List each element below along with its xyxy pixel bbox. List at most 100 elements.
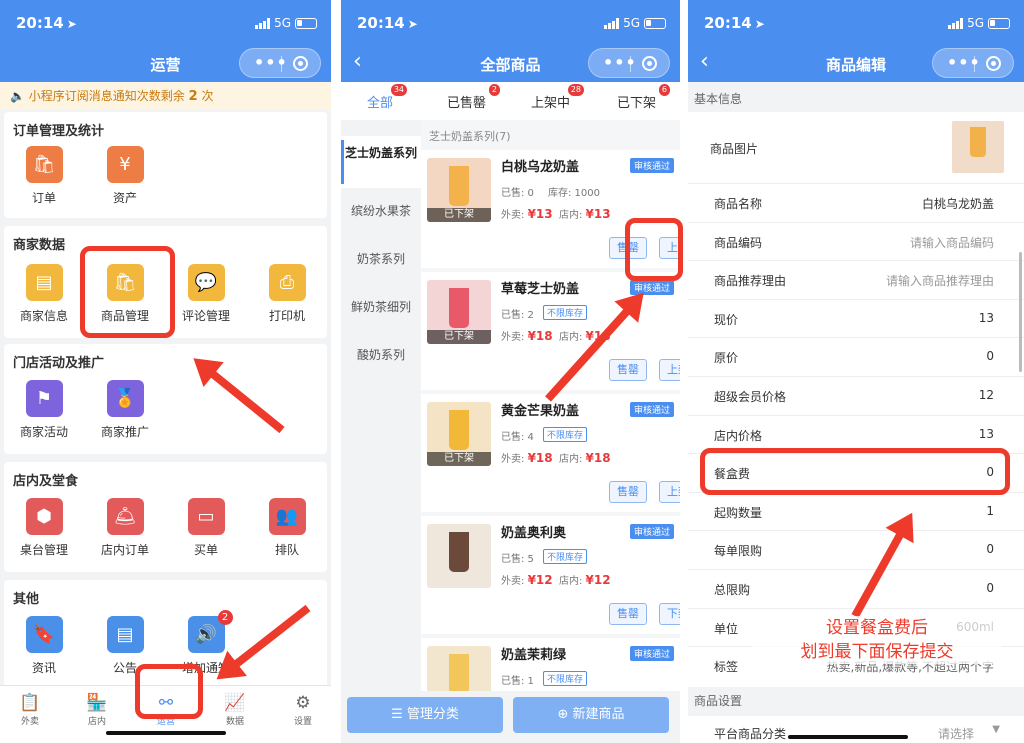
annotation-text: 设置餐盒费后 划到最下面保存提交 — [752, 616, 1002, 664]
more-icon[interactable]: ••• — [947, 53, 981, 72]
section-title: 其他 — [13, 592, 40, 607]
network-label: 5G — [967, 16, 984, 30]
gear-icon: ⚙ — [295, 693, 311, 713]
dropdown-icon[interactable]: ▼ — [992, 724, 1000, 735]
signal-icon — [948, 17, 964, 29]
product-image: 已下架 — [427, 280, 491, 344]
grid-item-news[interactable]: 🔖 资讯 — [9, 616, 79, 676]
section-title: 订单管理及统计 — [13, 124, 105, 139]
shopping-bag-icon: 🛍 — [25, 146, 63, 183]
tab-sold-out[interactable]: 已售罄 2 — [447, 84, 501, 111]
miniprogram-capsule[interactable]: ••• — [239, 48, 321, 78]
printer-icon: ⎙ — [268, 264, 306, 301]
home-indicator — [105, 731, 226, 735]
yen-icon: ¥ — [106, 146, 144, 183]
grid-item-pay-bill[interactable]: ▭ 买单 — [171, 498, 241, 558]
tab-on-shelf[interactable]: 上架中 28 — [531, 84, 585, 111]
signal-icon — [255, 17, 271, 29]
recommend-reason-input[interactable]: 请输入商品推荐理由 — [886, 272, 994, 289]
bottom-actions: ☰ 管理分类 ⊕ 新建商品 — [341, 691, 680, 743]
category-yogurt[interactable]: 酸奶系列 — [341, 346, 421, 364]
grid-item-orders[interactable]: 🛍 订单 — [9, 146, 79, 206]
delist-button[interactable]: 下架 — [659, 603, 680, 625]
people-icon: 👥 — [268, 498, 306, 535]
signal-icon — [604, 17, 620, 29]
nav-bar: ‹ 商品编辑 ••• — [688, 46, 1024, 82]
min-purchase-input[interactable]: 1 — [986, 504, 994, 518]
grid-item-merchant-activity[interactable]: ⚑ 商家活动 — [9, 380, 79, 440]
tab-settings[interactable]: ⚙ 设置 — [278, 692, 328, 727]
status-badge: 审核通过 — [629, 646, 674, 661]
grid-item-assets[interactable]: ¥ 资产 — [90, 146, 160, 206]
tab-all[interactable]: 全部 34 — [367, 84, 408, 122]
sold-out-button[interactable]: 售罄 — [609, 481, 647, 503]
close-miniprogram-icon[interactable] — [986, 56, 1001, 71]
grid-item-instore-orders[interactable]: 🛎 店内订单 — [90, 498, 160, 558]
grid-item-reviews[interactable]: 💬 评论管理 — [171, 264, 241, 324]
product-image[interactable] — [952, 121, 1004, 173]
form-row-image[interactable]: 商品图片 — [688, 112, 1024, 184]
product-card: 已下架 黄金芒果奶盖 审核通过 已售: 4 不限库存 外卖: ¥18 店内: ¥… — [421, 394, 680, 512]
original-price-input[interactable]: 0 — [986, 349, 994, 363]
product-code-input[interactable]: 请输入商品编码 — [910, 234, 994, 251]
category-fresh-milk-tea[interactable]: 鲜奶茶细列 — [341, 298, 421, 316]
tab-instore[interactable]: 🏪 店内 — [72, 692, 122, 727]
section-promotions: 门店活动及推广 ⚑ 商家活动 🏅 商家推广 — [4, 344, 327, 454]
more-icon[interactable]: ••• — [254, 53, 288, 72]
category-milk-tea[interactable]: 奶茶系列 — [341, 250, 421, 268]
instore-price-input[interactable]: 13 — [979, 427, 994, 441]
form-row[interactable]: 超级会员价格 12 — [688, 377, 1024, 416]
tab-off-shelf[interactable]: 已下架 6 — [617, 84, 671, 111]
manage-category-button[interactable]: ☰ 管理分类 — [347, 697, 503, 733]
category-cheese[interactable]: 芝士奶盖系列 — [341, 136, 421, 188]
category-fruit-tea[interactable]: 缤纷水果茶 — [341, 202, 421, 220]
location-icon: ➤ — [754, 17, 765, 31]
close-miniprogram-icon[interactable] — [642, 56, 657, 71]
document-icon: ▤ — [106, 616, 144, 653]
form-row[interactable]: 起购数量 1 — [688, 493, 1024, 532]
section-title: 店内及堂食 — [13, 474, 79, 489]
list-button[interactable]: 上架 — [659, 481, 680, 503]
nav-bar: ‹ 全部商品 ••• — [341, 46, 680, 82]
list-button[interactable]: 上架 — [659, 359, 680, 381]
sold-out-button[interactable]: 售罄 — [609, 603, 647, 625]
cloche-icon: 🛎 — [106, 498, 144, 535]
form-row[interactable]: 总限购 0 — [688, 570, 1024, 609]
miniprogram-capsule[interactable]: ••• — [588, 48, 670, 78]
product-image — [427, 524, 491, 588]
form-row[interactable]: 商品名称 白桃乌龙奶盖 — [688, 184, 1024, 223]
grid-item-printer[interactable]: ⎙ 打印机 — [252, 264, 322, 324]
form-row[interactable]: 原价 0 — [688, 338, 1024, 377]
form-row-platform-category[interactable]: 平台商品分类 请选择 ▼ — [688, 716, 1024, 743]
form-row[interactable]: 每单限购 0 — [688, 531, 1024, 570]
status-time: 20:14 — [704, 14, 752, 32]
scrollbar[interactable] — [1019, 252, 1022, 372]
network-label: 5G — [274, 16, 291, 30]
form-row[interactable]: 现价 13 — [688, 300, 1024, 339]
status-bar: 20:14 ➤ 5G — [0, 0, 331, 46]
tab-data[interactable]: 📈 数据 — [210, 692, 260, 727]
miniprogram-capsule[interactable]: ••• — [932, 48, 1014, 78]
highlight-box-fee — [700, 448, 1010, 495]
grid-item-merchant-info[interactable]: ▤ 商家信息 — [9, 264, 79, 324]
grid-item-queue[interactable]: 👥 排队 — [252, 498, 322, 558]
form-row[interactable]: 商品编码 请输入商品编码 — [688, 223, 1024, 262]
battery-icon — [988, 17, 1010, 29]
bookmark-icon: 🔖 — [25, 616, 63, 653]
sold-out-button[interactable]: 售罄 — [609, 359, 647, 381]
more-icon[interactable]: ••• — [603, 53, 637, 72]
total-limit-input[interactable]: 0 — [986, 581, 994, 595]
highlight-edit-button — [625, 218, 683, 281]
close-miniprogram-icon[interactable] — [293, 56, 308, 71]
tab-takeout[interactable]: 📋 外卖 — [5, 692, 55, 727]
per-order-limit-input[interactable]: 0 — [986, 542, 994, 556]
highlight-operations-tab — [135, 664, 203, 719]
grid-item-table-management[interactable]: ⬢ 桌台管理 — [9, 498, 79, 558]
form-row[interactable]: 商品推荐理由 请输入商品推荐理由 — [688, 261, 1024, 300]
grid-item-merchant-promotion[interactable]: 🏅 商家推广 — [90, 380, 160, 440]
new-product-button[interactable]: ⊕ 新建商品 — [513, 697, 669, 733]
vip-price-input[interactable]: 12 — [979, 388, 994, 402]
current-price-input[interactable]: 13 — [979, 311, 994, 325]
speaker-icon: 🔊 2 — [187, 610, 233, 653]
form-value[interactable]: 白桃乌龙奶盖 — [922, 195, 994, 212]
